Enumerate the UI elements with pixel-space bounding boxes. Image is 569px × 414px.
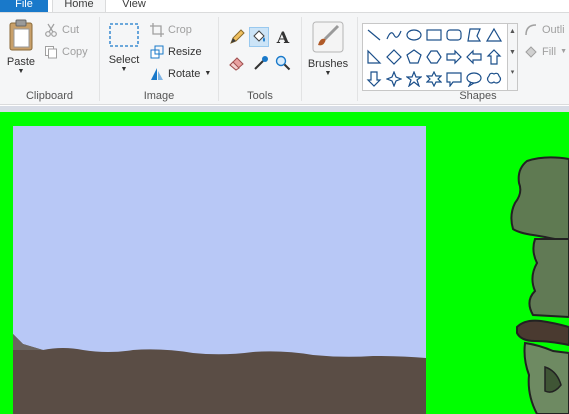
right-arrow-shape-icon[interactable] xyxy=(445,48,463,66)
canvas-drawing xyxy=(13,126,426,414)
line-shape-icon[interactable] xyxy=(365,26,383,44)
curve-shape-icon[interactable] xyxy=(385,26,403,44)
character-figure xyxy=(510,156,569,414)
cut-label: Cut xyxy=(62,24,80,36)
four-point-star-shape-icon[interactable] xyxy=(385,70,403,88)
copy-icon xyxy=(45,46,57,59)
crop-button[interactable]: Crop xyxy=(150,21,192,39)
expand-gallery-icon[interactable]: ▾ xyxy=(508,68,517,76)
paste-label: Paste xyxy=(6,56,36,68)
hexagon-shape-icon[interactable] xyxy=(425,48,443,66)
five-point-star-shape-icon[interactable] xyxy=(405,70,423,88)
paste-dropdown-icon[interactable]: ▼ xyxy=(4,68,38,76)
resize-label: Resize xyxy=(168,46,202,58)
cut-button[interactable]: Cut xyxy=(44,21,79,39)
fill-dropdown-icon[interactable]: ▼ xyxy=(560,43,567,61)
select-button[interactable]: Select ▼ xyxy=(106,21,142,74)
text-icon[interactable]: A xyxy=(273,27,293,47)
ruler-strip xyxy=(0,106,569,112)
outline-icon xyxy=(525,24,537,36)
scroll-up-icon[interactable]: ▲ xyxy=(508,28,517,35)
shapes-group-label: Shapes xyxy=(459,90,497,102)
down-arrow-shape-icon[interactable] xyxy=(365,70,383,88)
up-arrow-shape-icon[interactable] xyxy=(485,48,503,66)
right-triangle-shape-icon[interactable] xyxy=(365,48,383,66)
shapes-gallery xyxy=(362,23,508,91)
scissors-icon xyxy=(45,23,57,37)
drawing-canvas[interactable] xyxy=(13,126,426,414)
ribbon: Paste ▼ Cut Copy Clipboard Select ▼ Crop… xyxy=(0,12,569,105)
pentagon-shape-icon[interactable] xyxy=(405,48,423,66)
shapes-scrollbar[interactable]: ▲ ▼ ▾ xyxy=(508,23,518,91)
pencil-icon[interactable] xyxy=(227,27,247,47)
select-label: Select xyxy=(108,54,140,66)
paste-icon xyxy=(9,19,33,51)
ribbon-tab-bar: File Home View xyxy=(0,0,569,13)
fill-label: Fill xyxy=(542,46,557,58)
tools-group-label: Tools xyxy=(247,90,273,102)
rotate-dropdown-icon[interactable]: ▼ xyxy=(204,65,211,83)
outline-button[interactable]: Outli xyxy=(524,21,565,39)
copy-button[interactable]: Copy xyxy=(44,43,88,61)
rectangle-shape-icon[interactable] xyxy=(425,26,443,44)
select-dropdown-icon[interactable]: ▼ xyxy=(106,66,142,74)
tab-file[interactable]: File xyxy=(0,0,48,12)
brushes-label: Brushes xyxy=(307,58,349,70)
tools-group: A Tools xyxy=(219,13,301,105)
rotate-label: Rotate xyxy=(168,68,201,80)
cloud-callout-shape-icon[interactable] xyxy=(485,70,503,88)
rotate-icon xyxy=(151,68,163,80)
clipboard-group-label: Clipboard xyxy=(25,90,74,102)
scroll-down-icon[interactable]: ▼ xyxy=(508,49,517,56)
resize-button[interactable]: Resize xyxy=(150,43,202,61)
copy-label: Copy xyxy=(62,46,88,58)
oval-shape-icon[interactable] xyxy=(405,26,423,44)
rounded-rectangle-shape-icon[interactable] xyxy=(445,26,463,44)
magnifier-icon[interactable] xyxy=(273,53,293,73)
tab-view[interactable]: View xyxy=(112,0,156,12)
resize-icon xyxy=(150,45,164,59)
clipboard-group: Paste ▼ Cut Copy Clipboard xyxy=(0,13,99,105)
fill-icon[interactable] xyxy=(249,27,269,47)
color-picker-icon[interactable] xyxy=(251,53,271,73)
triangle-shape-icon[interactable] xyxy=(485,26,503,44)
rect-callout-shape-icon[interactable] xyxy=(445,70,463,88)
paste-button[interactable]: Paste ▼ xyxy=(4,19,38,76)
fill-button[interactable]: Fill ▼ xyxy=(524,43,567,61)
rotate-button[interactable]: Rotate ▼ xyxy=(150,65,211,83)
brush-icon xyxy=(312,21,344,53)
separator xyxy=(301,17,302,101)
six-point-star-shape-icon[interactable] xyxy=(425,70,443,88)
left-arrow-shape-icon[interactable] xyxy=(465,48,483,66)
diamond-shape-icon[interactable] xyxy=(385,48,403,66)
oval-callout-shape-icon[interactable] xyxy=(465,70,483,88)
select-rectangle-icon xyxy=(109,23,139,47)
brushes-dropdown-icon[interactable]: ▼ xyxy=(304,70,352,78)
crop-icon xyxy=(150,23,164,37)
crop-label: Crop xyxy=(168,24,192,36)
eraser-icon[interactable] xyxy=(227,53,247,73)
outline-label: Outli xyxy=(542,24,565,36)
polygon-shape-icon[interactable] xyxy=(465,26,483,44)
brushes-button[interactable]: Brushes ▼ xyxy=(304,21,352,78)
image-group-label: Image xyxy=(143,90,175,102)
shape-fill-icon xyxy=(525,46,537,58)
image-group: Select ▼ Crop Resize Rotate ▼ Image xyxy=(100,13,218,105)
